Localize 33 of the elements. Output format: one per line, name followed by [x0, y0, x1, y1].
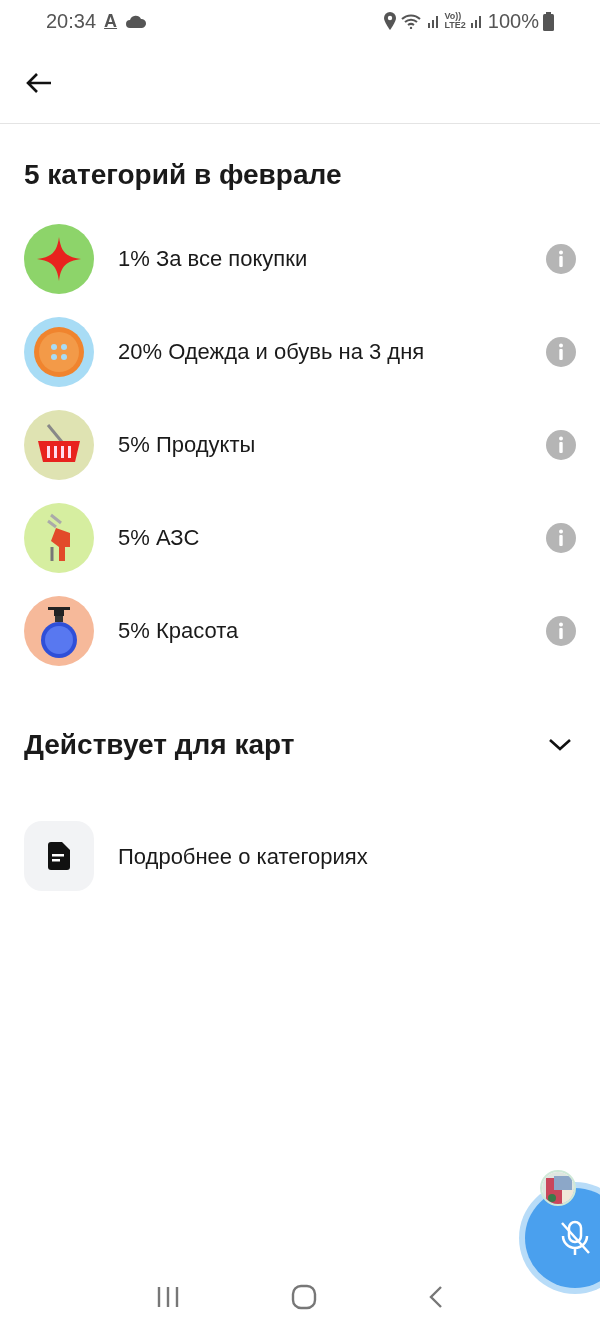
signal-icon: [426, 13, 441, 29]
category-label: 1% За все покупки: [118, 245, 309, 273]
location-icon: [382, 12, 397, 30]
category-row[interactable]: 5% Продукты: [0, 398, 600, 491]
details-link-label: Подробнее о категориях: [118, 842, 369, 871]
notification-icon: A: [104, 7, 118, 35]
back-button[interactable]: [26, 70, 52, 95]
category-label: 5% АЗС: [118, 524, 201, 552]
document-icon: [48, 842, 70, 870]
category-row[interactable]: 5% АЗС: [0, 491, 600, 584]
cloud-icon: [125, 13, 148, 29]
category-row[interactable]: 20% Одежда и обувь на 3 дня: [0, 305, 600, 398]
battery-level: 100%: [487, 9, 539, 34]
status-time: 20:34: [46, 9, 97, 34]
home-icon[interactable]: [291, 1284, 317, 1310]
section-title: Действует для карт: [24, 728, 295, 762]
signal-icon: [469, 13, 484, 29]
category-label: 20% Одежда и обувь на 3 дня: [118, 338, 426, 366]
category-label: 5% Красота: [118, 617, 240, 645]
details-link[interactable]: Подробнее о категориях: [0, 821, 600, 891]
volte-label: Vo)): [444, 12, 462, 21]
back-arrow-icon: [26, 72, 52, 95]
recent-apps-icon[interactable]: [155, 1286, 180, 1308]
page-title: 5 категорий в феврале: [24, 158, 343, 192]
battery-icon: [543, 11, 554, 31]
back-icon[interactable]: [428, 1285, 445, 1309]
category-row[interactable]: 1% За все покупки: [0, 212, 600, 305]
cards-section-header[interactable]: Действует для карт: [0, 715, 600, 775]
category-label: 5% Продукты: [118, 431, 257, 459]
lte-label: LTE2: [444, 21, 466, 30]
mic-off-icon: [558, 1219, 592, 1257]
wifi-icon: [400, 13, 423, 29]
category-row[interactable]: 5% Красота: [0, 584, 600, 677]
